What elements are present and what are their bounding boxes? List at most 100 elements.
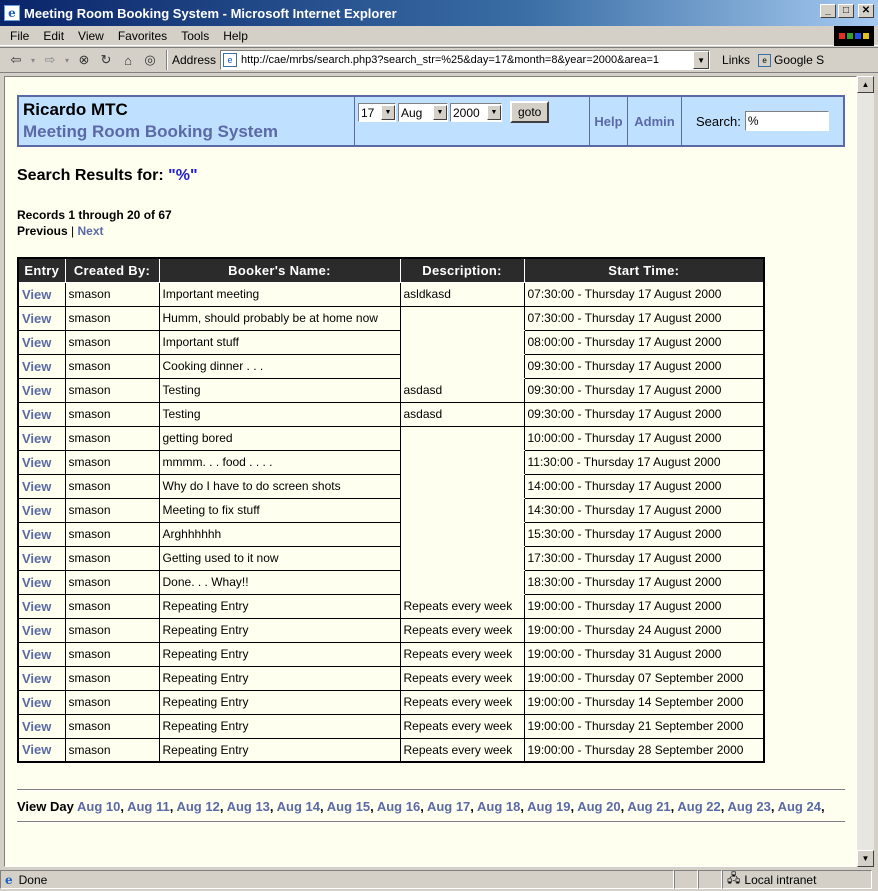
month-select[interactable]: Aug ▼ — [398, 103, 448, 122]
year-select[interactable]: 2000 ▼ — [450, 103, 502, 122]
system-name-link[interactable]: Meeting Room Booking System — [23, 122, 278, 142]
menu-edit[interactable]: Edit — [43, 29, 64, 43]
chevron-down-icon[interactable]: ▼ — [381, 105, 395, 120]
table-row: View smason Repeating Entry Repeats every w… — [17, 641, 765, 667]
day-select[interactable]: 17 ▼ — [358, 103, 396, 122]
help-link[interactable]: Help — [594, 114, 622, 129]
view-day-link[interactable]: Aug 21 — [627, 799, 670, 814]
table-row: View smason Repeating Entry Repeats every w… — [17, 593, 765, 619]
view-day-nav: View Day Aug 10, Aug 11, Aug 12, Aug 13,… — [17, 799, 825, 814]
view-link[interactable]: View — [17, 473, 66, 499]
header-created-by: Created By: — [64, 258, 160, 283]
admin-link[interactable]: Admin — [634, 114, 674, 129]
next-link[interactable]: Next — [78, 224, 104, 238]
cell-created-by: smason — [64, 449, 160, 475]
vertical-scrollbar[interactable]: ▲ ▼ — [857, 76, 874, 867]
menu-favorites[interactable]: Favorites — [118, 29, 167, 43]
stop-icon[interactable]: ⊗ — [74, 50, 94, 70]
view-link[interactable]: View — [17, 425, 66, 451]
search-label: Search: — [696, 113, 741, 129]
cell-booker-name: Done. . . Whay!! — [158, 569, 401, 595]
cell-created-by: smason — [64, 593, 160, 619]
menu-view[interactable]: View — [78, 29, 104, 43]
view-link[interactable]: View — [17, 521, 66, 547]
address-url[interactable]: http://cae/mrbs/search.php3?search_str=%… — [241, 54, 659, 66]
cell-description: Repeats every week — [399, 737, 525, 763]
maximize-icon[interactable]: □ — [838, 4, 854, 18]
cell-start-time: 19:00:00 - Thursday 28 September 2000 — [523, 737, 765, 763]
cell-created-by: smason — [64, 473, 160, 499]
minimize-icon[interactable]: _ — [820, 4, 836, 18]
view-link[interactable]: View — [17, 305, 66, 331]
status-pane — [674, 870, 698, 889]
cell-booker-name: Humm, should probably be at home now — [158, 305, 401, 331]
view-day-link[interactable]: Aug 20 — [577, 799, 620, 814]
view-link[interactable]: View — [17, 401, 66, 427]
view-link[interactable]: View — [17, 329, 66, 355]
view-day-link[interactable]: Aug 12 — [176, 799, 219, 814]
status-bar: e Done 🖧 Local intranet — [0, 868, 878, 891]
back-icon[interactable]: ⇦ — [6, 50, 26, 70]
header-start-time: Start Time: — [523, 258, 765, 283]
view-link[interactable]: View — [17, 593, 66, 619]
cell-description — [399, 473, 525, 499]
table-row: View smason Testing asdasd 09:30:00 - Thursd… — [17, 377, 765, 403]
chevron-down-icon[interactable]: ▼ — [487, 105, 501, 120]
search-input[interactable]: % — [744, 111, 829, 131]
view-day-link[interactable]: Aug 13 — [227, 799, 270, 814]
scroll-up-icon[interactable]: ▲ — [857, 76, 874, 93]
org-cell: Ricardo MTC Meeting Room Booking System — [19, 97, 355, 145]
cell-start-time: 11:30:00 - Thursday 17 August 2000 — [523, 449, 765, 475]
view-day-link[interactable]: Aug 15 — [327, 799, 370, 814]
cell-booker-name: mmmm. . . food . . . . — [158, 449, 401, 475]
view-link[interactable]: View — [17, 281, 66, 307]
header-booker-name: Booker's Name: — [158, 258, 401, 283]
view-link[interactable]: View — [17, 737, 66, 763]
view-day-link[interactable]: Aug 10 — [77, 799, 120, 814]
search-cell: Search: % — [682, 97, 843, 145]
view-day-link[interactable]: Aug 24 — [778, 799, 821, 814]
view-day-link[interactable]: Aug 11 — [127, 799, 170, 814]
view-link[interactable]: View — [17, 665, 66, 691]
view-link[interactable]: View — [17, 689, 66, 715]
view-link[interactable]: View — [17, 641, 66, 667]
view-day-link[interactable]: Aug 23 — [728, 799, 771, 814]
view-link[interactable]: View — [17, 569, 66, 595]
view-day-link[interactable]: Aug 17 — [427, 799, 470, 814]
view-link[interactable]: View — [17, 545, 66, 571]
links-button[interactable]: Links — [722, 53, 750, 67]
menu-help[interactable]: Help — [223, 29, 248, 43]
menu-bar: File Edit View Favorites Tools Help — [0, 26, 878, 46]
status-main: e Done — [0, 870, 674, 889]
google-link[interactable]: e Google S — [758, 53, 824, 67]
view-link[interactable]: View — [17, 497, 66, 523]
search-icon[interactable]: ◎ — [140, 50, 160, 70]
view-link[interactable]: View — [17, 353, 66, 379]
view-day-link[interactable]: Aug 22 — [677, 799, 720, 814]
cell-description — [399, 521, 525, 547]
view-day-link[interactable]: Aug 18 — [477, 799, 520, 814]
goto-button[interactable]: goto — [510, 101, 550, 123]
close-icon[interactable]: ✕ — [858, 4, 874, 18]
back-dropdown-icon[interactable]: ▾ — [28, 50, 38, 70]
view-link[interactable]: View — [17, 377, 66, 403]
address-bar[interactable]: e http://cae/mrbs/search.php3?search_str… — [220, 50, 711, 70]
chevron-down-icon[interactable]: ▼ — [693, 51, 710, 69]
forward-dropdown-icon[interactable]: ▾ — [62, 50, 72, 70]
cell-start-time: 07:30:00 - Thursday 17 August 2000 — [523, 281, 765, 307]
view-day-link[interactable]: Aug 16 — [377, 799, 420, 814]
menu-file[interactable]: File — [10, 29, 29, 43]
cell-description: asldkasd — [399, 281, 525, 307]
refresh-icon[interactable]: ↻ — [96, 50, 116, 70]
view-link[interactable]: View — [17, 617, 66, 643]
home-icon[interactable]: ⌂ — [118, 50, 138, 70]
view-day-link[interactable]: Aug 14 — [277, 799, 320, 814]
scroll-down-icon[interactable]: ▼ — [857, 850, 874, 867]
menu-tools[interactable]: Tools — [181, 29, 209, 43]
view-day-link[interactable]: Aug 19 — [527, 799, 570, 814]
view-link[interactable]: View — [17, 449, 66, 475]
records-info: Records 1 through 20 of 67 Previous | Ne… — [17, 207, 172, 239]
forward-icon[interactable]: ⇨ — [40, 50, 60, 70]
chevron-down-icon[interactable]: ▼ — [433, 105, 447, 120]
view-link[interactable]: View — [17, 713, 66, 739]
